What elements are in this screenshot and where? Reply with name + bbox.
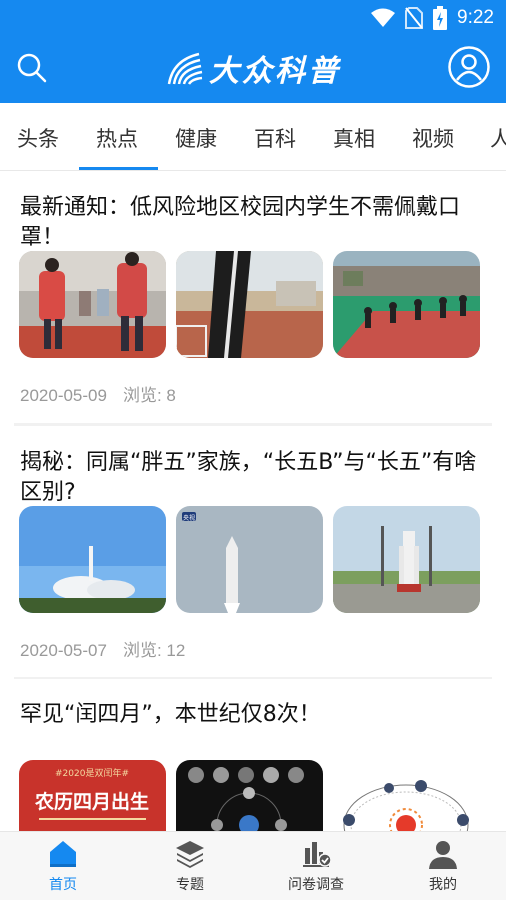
active-tab-indicator: [79, 167, 158, 170]
tab-baike[interactable]: 百科: [254, 123, 296, 153]
article-card[interactable]: 最新通知：低风险地区校园内学生不需佩戴口罩！ 2020-05-09 浏览: 8: [0, 171, 506, 427]
article-divider: [14, 677, 492, 679]
nav-profile-label: 我的: [429, 877, 457, 893]
article-thumbnails: #2020是双闰年# 农历四月出生: [19, 760, 480, 831]
logo-text: 大众科普: [209, 54, 341, 89]
thumbnail-image[interactable]: [333, 251, 480, 358]
calendar-thumb-title: 农历四月出生: [34, 790, 149, 813]
layers-icon: [176, 841, 204, 868]
nav-topics[interactable]: 专题: [140, 838, 240, 894]
category-tabs: 头条 热点 健康 百科 真相 视频 人: [0, 103, 506, 171]
thumbnail-image[interactable]: [176, 760, 323, 831]
profile-icon[interactable]: [448, 46, 490, 88]
nav-home-label: 首页: [49, 877, 77, 893]
thumbnail-image[interactable]: #2020是双闰年# 农历四月出生: [19, 760, 166, 831]
tab-zhenxiang[interactable]: 真相: [333, 123, 375, 153]
nav-survey-label: 问卷调查: [288, 877, 344, 893]
battery-charging-icon: [433, 6, 448, 30]
tab-shipin[interactable]: 视频: [412, 123, 454, 153]
article-card[interactable]: 罕见“闰四月”，本世纪仅8次！ #2020是双闰年# 农历四月出生: [0, 680, 506, 831]
wifi-icon: [371, 8, 396, 27]
thumbnail-image[interactable]: [176, 251, 323, 358]
article-thumbnails: [19, 251, 480, 358]
thumbnail-image[interactable]: [333, 506, 480, 613]
bottom-navigation: 首页 专题 问卷调查 我的: [0, 831, 506, 900]
article-date: 2020-05-07: [20, 641, 107, 660]
app-header: 大众科普: [0, 34, 506, 103]
logo-mark-icon: [167, 52, 203, 85]
article-feed[interactable]: 最新通知：低风险地区校园内学生不需佩戴口罩！ 2020-05-09 浏览: 8 …: [0, 171, 506, 831]
thumbnail-image[interactable]: [333, 760, 480, 831]
calendar-thumb-tag: #2020是双闰年#: [55, 767, 129, 779]
nav-profile[interactable]: 我的: [393, 838, 493, 894]
app-logo: 大众科普: [165, 48, 341, 89]
status-bar: 9:22: [0, 0, 506, 34]
article-views: 浏览: 8: [122, 386, 176, 405]
article-title[interactable]: 揭秘：同属“胖五”家族，“长五B”与“长五”有啥区别?: [20, 448, 488, 508]
nav-home[interactable]: 首页: [13, 838, 113, 894]
thumbnail-image[interactable]: 央视: [176, 506, 323, 613]
search-icon[interactable]: [14, 50, 50, 86]
article-meta: 2020-05-09 浏览: 8: [20, 381, 176, 406]
thumbnail-image[interactable]: [19, 251, 166, 358]
status-time: 9:22: [457, 7, 494, 28]
user-icon: [429, 841, 457, 869]
nav-topics-label: 专题: [176, 877, 204, 893]
no-sim-icon: [405, 7, 424, 29]
article-card[interactable]: 揭秘：同属“胖五”家族，“长五B”与“长五”有啥区别? 央视 2020-05-0…: [0, 426, 506, 680]
survey-chart-icon: [303, 842, 332, 867]
tab-redian[interactable]: 热点: [96, 123, 138, 153]
tab-jiankang[interactable]: 健康: [175, 123, 217, 153]
article-title[interactable]: 最新通知：低风险地区校园内学生不需佩戴口罩！: [20, 193, 488, 253]
cctv-logo-text: 央视: [183, 514, 195, 522]
article-date: 2020-05-09: [20, 386, 107, 405]
home-icon: [50, 841, 76, 867]
article-thumbnails: 央视: [19, 506, 480, 613]
thumbnail-image[interactable]: [19, 506, 166, 613]
tab-toutiao[interactable]: 头条: [17, 123, 59, 153]
nav-survey[interactable]: 问卷调查: [266, 838, 366, 894]
article-meta: 2020-05-07 浏览: 12: [20, 636, 185, 661]
tab-more[interactable]: 人: [490, 123, 506, 153]
article-title[interactable]: 罕见“闰四月”，本世纪仅8次！: [20, 700, 488, 730]
article-views: 浏览: 12: [122, 641, 186, 660]
